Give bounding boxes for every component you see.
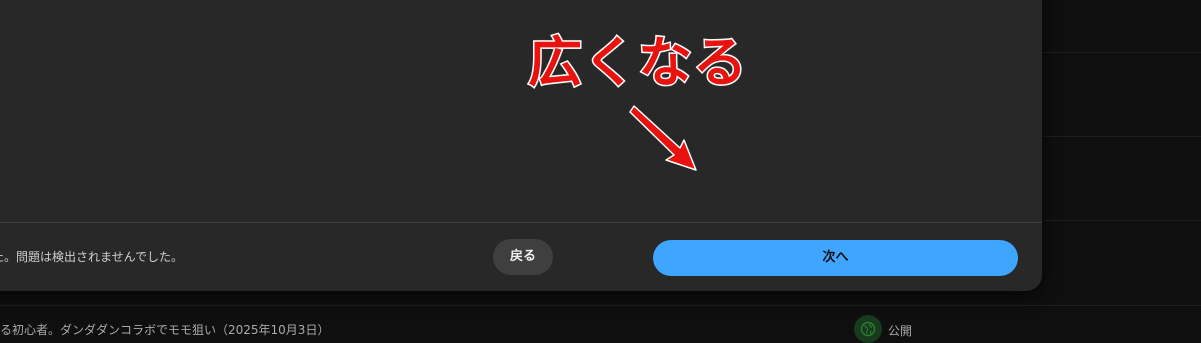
- annotation-text: 広くなる: [527, 30, 749, 96]
- visibility-label: 公開: [888, 324, 913, 338]
- check-status-text: た。問題は検出されませんでした。: [0, 250, 184, 264]
- next-button[interactable]: 次へ: [653, 240, 1018, 276]
- dialog-footer-divider: [0, 222, 1042, 223]
- upload-dialog: た。問題は検出されませんでした。 戻る 次へ: [0, 0, 1042, 291]
- back-button[interactable]: 戻る: [493, 239, 553, 275]
- arrow-down-right-icon: [629, 105, 697, 171]
- video-row-title[interactable]: る初心者。ダンダダンコラボでモモ狙い（2025年10月3日）: [0, 321, 329, 338]
- background-row-divider: [0, 305, 1201, 306]
